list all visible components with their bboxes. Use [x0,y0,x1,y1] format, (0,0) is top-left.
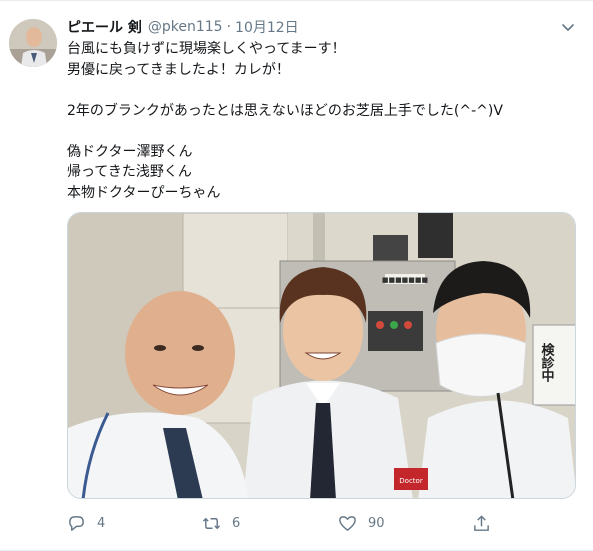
retweet-button[interactable]: 6 [202,511,240,535]
wall-sign: 検診中 [539,342,555,383]
author-handle[interactable]: @pken115 [148,19,223,35]
tweet-line [67,80,577,101]
tweet-header: ピエール 剣 @pken115 · 10月12日 [67,16,299,38]
like-button[interactable]: 90 [338,511,385,535]
tweet-text: 台風にも負けずに現場楽しくやってまーす！ 男優に戻ってきましたよ！カレが！ 2年… [67,39,577,203]
tweet-line [67,121,577,142]
tweet-line: 台風にも負けずに現場楽しくやってまーす！ [67,41,346,57]
share-button[interactable] [472,511,491,535]
separator-dot: · [226,19,232,35]
tweet-line: 本物ドクターぴーちゃん [67,184,221,201]
reply-button[interactable]: 4 [67,511,105,535]
tweet-line: 男優に戻ってきましたよ！カレが！ [67,61,290,78]
tweet-line: 2年のブランクがあったとは思えないほどのお芝居上手でした(^-^)V [67,102,503,119]
author-name[interactable]: ピエール 剣 [67,17,142,37]
panel-label: ■■■■■■■ [382,276,428,284]
retweet-count: 6 [232,515,241,531]
heart-icon [339,515,356,531]
tweet-line: 帰ってきた浅野くん [67,164,192,180]
share-icon [474,514,489,531]
reply-count: 4 [97,515,106,531]
avatar[interactable] [9,19,57,67]
tweet-actions: 4 6 90 [67,511,497,535]
retweet-icon [202,517,221,529]
chevron-down-icon[interactable] [560,19,576,35]
tweet-photo[interactable]: ■■■■■■■ 検診中 Doctor [67,212,576,499]
reply-icon [69,515,84,531]
like-count: 90 [368,515,385,531]
tweet-line: 偽ドクター澤野くん [67,143,193,160]
tweet-date[interactable]: 10月12日 [235,17,299,37]
avatar-photo [9,19,57,67]
tweet: ピエール 剣 @pken115 · 10月12日 台風にも負けずに現場楽しくやっ… [0,0,593,551]
doctor-badge: Doctor [399,477,423,485]
photo-three-doctors: ■■■■■■■ 検診中 Doctor [68,213,575,498]
